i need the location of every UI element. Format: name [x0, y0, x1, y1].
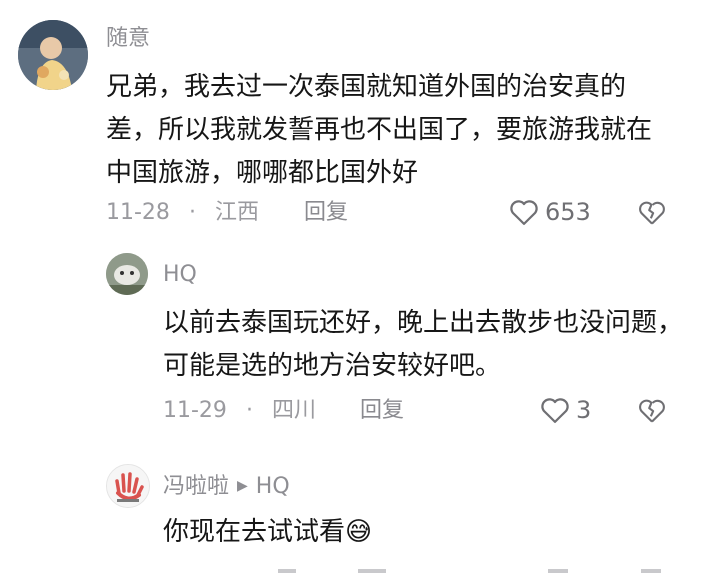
heart-outline-icon [541, 398, 569, 423]
like-button[interactable]: 3 [540, 396, 591, 424]
username[interactable]: 随意 [106, 28, 150, 50]
comment-meta: 11-29 · 四川 [163, 400, 316, 422]
comment-date: 11-28 [106, 200, 170, 225]
play-triangle-icon: ▶ [237, 478, 248, 494]
comment-text: 以前去泰国玩还好，晚上出去散步也没问题，可能是选的地方治安较好吧。 [163, 308, 684, 381]
cutoff-glyphs [278, 569, 661, 573]
like-button[interactable]: 653 [509, 198, 591, 226]
avatar-image [106, 253, 148, 295]
like-count: 653 [545, 198, 591, 226]
comment-text: 兄弟，我去过一次泰国就知道外国的治安真的差，所以我就发誓再也不出国了，要旅游我就… [106, 72, 653, 188]
reply-header: 冯啦啦 ▶ HQ [163, 476, 290, 498]
comment-location: 江西 [214, 200, 259, 225]
comment-text: 你现在去试试看😅 [163, 511, 683, 554]
reply-target-username[interactable]: HQ [256, 474, 290, 499]
dislike-button[interactable] [638, 199, 666, 230]
reply-button[interactable]: 回复 [360, 400, 404, 422]
avatar[interactable] [106, 464, 150, 508]
avatar-image [107, 465, 149, 507]
reply-button[interactable]: 回复 [304, 202, 348, 224]
broken-heart-icon [639, 399, 665, 423]
meta-separator: · [245, 398, 253, 423]
broken-heart-icon [639, 201, 665, 225]
username[interactable]: 冯啦啦 [163, 474, 229, 499]
like-count: 3 [576, 396, 592, 424]
comment-location: 四川 [271, 398, 316, 423]
heart-outline-icon [510, 200, 538, 225]
username[interactable]: HQ [163, 264, 197, 286]
dislike-button[interactable] [638, 397, 666, 428]
meta-separator: · [188, 200, 196, 225]
comment-text-content: 你现在去试试看 [163, 517, 346, 547]
grinning-sweat-emoji: 😅 [345, 517, 373, 547]
avatar-image [18, 20, 88, 90]
avatar[interactable] [18, 20, 88, 90]
comment-date: 11-29 [163, 398, 227, 423]
comment-meta: 11-28 · 江西 [106, 202, 259, 224]
avatar[interactable] [106, 253, 148, 295]
next-comment-meta-cutoff [163, 560, 703, 574]
